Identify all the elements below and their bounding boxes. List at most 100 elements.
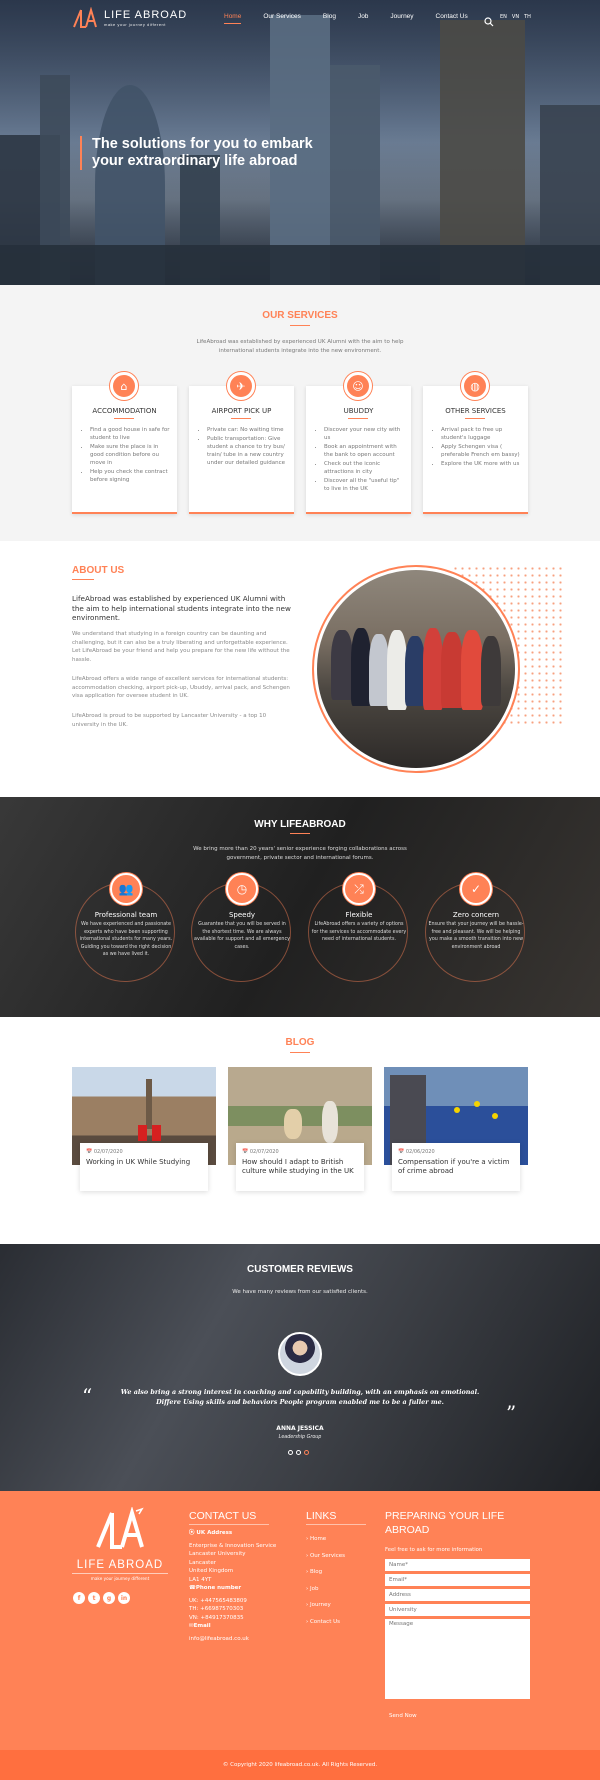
service-card-underline: [231, 418, 251, 419]
why-item-flexible: ⤮ Flexible LifeAbroad offers a variety o…: [308, 873, 408, 982]
phone-number[interactable]: VN: +84917370835: [189, 1614, 289, 1623]
why-item-text: Ensure that your journey will be hassle-…: [428, 922, 524, 950]
nav-link-blog[interactable]: Blog: [323, 13, 336, 24]
send-now-button[interactable]: Send Now: [389, 1713, 417, 1719]
carousel-dots: [288, 1450, 312, 1455]
address-label: ⦿ UK Address: [189, 1530, 233, 1536]
site-footer: LIFE ABROAD make your journey different …: [0, 1491, 600, 1750]
hero-headline: The solutions for you to embark your ext…: [92, 136, 313, 169]
blog-post-title[interactable]: Compensation if you're a victim of crime…: [398, 1158, 514, 1176]
blog-post-title[interactable]: How should I adapt to British culture wh…: [242, 1158, 358, 1176]
why-item-text: Guarantee that you will be served in the…: [194, 922, 290, 950]
list-item: Check out the iconic attractions in city: [324, 460, 406, 476]
why-item-title: Zero concern: [452, 911, 500, 919]
carousel-dot[interactable]: [288, 1450, 293, 1455]
buddy-icon: ☺: [344, 372, 372, 400]
about-title: ABOUT US: [72, 565, 125, 576]
footer-link-job[interactable]: Job: [306, 1581, 345, 1598]
why-item-title: Speedy: [228, 911, 256, 919]
why-item-speedy: ◷ Speedy Guarantee that you will be serv…: [191, 873, 291, 982]
why-item-text: We have experienced and passionate exper…: [79, 922, 173, 957]
carousel-dot-active[interactable]: [304, 1450, 309, 1455]
google-icon[interactable]: g: [103, 1592, 115, 1604]
team-icon: 👥: [110, 873, 142, 905]
why-item-zero-concern: ✓ Zero concern Ensure that your journey …: [425, 873, 525, 982]
site-logo[interactable]: LIFE ABROAD make your journey different: [72, 6, 187, 29]
nav-link-home[interactable]: Home: [224, 13, 242, 24]
blog-card[interactable]: 📅 02/07/2020 How should I adapt to Briti…: [228, 1067, 372, 1199]
linkedin-icon[interactable]: in: [118, 1592, 130, 1604]
twitter-icon[interactable]: t: [88, 1592, 100, 1604]
email-field[interactable]: [385, 1574, 530, 1586]
blog-card[interactable]: 📅 02/07/2020 Working in UK While Studyin…: [72, 1067, 216, 1199]
footer-logo[interactable]: LIFE ABROAD make your journey different: [72, 1505, 168, 1581]
address-field[interactable]: [385, 1589, 530, 1601]
why-description: We bring more than 20 years' senior expe…: [193, 846, 407, 861]
footer-link-our-services[interactable]: Our Services: [306, 1548, 345, 1565]
list-item: Make sure the place is in good condition…: [90, 443, 172, 467]
carousel-dot[interactable]: [296, 1450, 301, 1455]
name-field[interactable]: [385, 1559, 530, 1571]
blog-post-title[interactable]: Working in UK While Studying: [86, 1158, 202, 1167]
facebook-icon[interactable]: f: [73, 1592, 85, 1604]
form-title: PREPARING YOUR LIFE ABROAD: [385, 1510, 505, 1536]
why-title-underline: [290, 833, 310, 834]
language-switcher: EN VN TH: [500, 14, 536, 20]
footer-link-contact-us[interactable]: Contact Us: [306, 1614, 345, 1631]
address-label-text: UK Address: [196, 1530, 233, 1536]
nav-link-contact-us[interactable]: Contact Us: [436, 13, 468, 24]
list-item: Discover all the "useful tip" to live in…: [324, 477, 406, 493]
lang-th[interactable]: TH: [524, 14, 531, 20]
about-paragraph: LifeAbroad is proud to be supported by L…: [72, 713, 267, 728]
phone-number[interactable]: UK: +447565483809: [189, 1597, 289, 1606]
service-card-ubuddy[interactable]: ☺ UBUDDY Discover your new city with us …: [306, 372, 411, 514]
about-paragraph: LifeAbroad offers a wide range of excell…: [72, 676, 290, 699]
phone-label: ☎Phone number: [189, 1585, 242, 1591]
nav-link-journey[interactable]: Journey: [390, 13, 413, 24]
list-item: Help you check the contract before signi…: [90, 468, 172, 484]
quote-open-icon: “: [82, 1384, 93, 1408]
lang-vn[interactable]: VN: [512, 14, 519, 20]
blog-date-text: 02/06/2020: [405, 1149, 435, 1155]
footer-link-blog[interactable]: Blog: [306, 1564, 345, 1581]
links-title-underline: [306, 1524, 366, 1525]
blog-title-underline: [290, 1052, 310, 1053]
nav-link-our-services[interactable]: Our Services: [263, 13, 301, 24]
service-card-other-services[interactable]: ◍ OTHER SERVICES Arrival pack to free up…: [423, 372, 528, 514]
email-link[interactable]: info@lifeabroad.co.uk: [189, 1635, 289, 1644]
links-title: LINKS: [306, 1510, 337, 1522]
blog-section: BLOG 📅 02/07/2020 Working in UK While St…: [0, 1017, 600, 1244]
house-icon: ⌂: [110, 372, 138, 400]
why-item-title: Flexible: [345, 911, 373, 919]
service-card-list: Arrival pack to free up student's luggag…: [433, 426, 523, 469]
phone-number[interactable]: TH: +66987570303: [189, 1605, 289, 1614]
hero-banner: LIFE ABROAD make your journey different …: [0, 0, 600, 285]
email-label-text: Email: [193, 1623, 211, 1629]
message-field[interactable]: [385, 1619, 530, 1699]
check-icon: ✓: [460, 873, 492, 905]
globe-icon: ◍: [461, 372, 489, 400]
blog-info: 📅 02/07/2020 Working in UK While Studyin…: [80, 1143, 208, 1191]
contact-title: CONTACT US: [189, 1510, 257, 1522]
footer-link-journey[interactable]: Journey: [306, 1597, 345, 1614]
service-card-airport-pickup[interactable]: ✈ AIRPORT PICK UP Private car: No waitin…: [189, 372, 294, 514]
why-item-text: LifeAbroad offers a variety of options f…: [311, 922, 407, 942]
list-item: Private car: No waiting time: [207, 426, 289, 434]
university-field[interactable]: [385, 1604, 530, 1616]
copyright-bar: © Copyright 2020 lifeabroad.co.uk. All R…: [0, 1750, 600, 1780]
services-title-underline: [290, 325, 310, 326]
footer-link-home[interactable]: Home: [306, 1531, 345, 1548]
services-description: LifeAbroad was established by experience…: [196, 339, 404, 354]
service-card-list: Private car: No waiting time Public tran…: [199, 426, 289, 468]
blog-date: 📅 02/06/2020: [398, 1149, 435, 1155]
service-card-accommodation[interactable]: ⌂ ACCOMMODATION Find a good house in saf…: [72, 372, 177, 514]
nav-link-job[interactable]: Job: [358, 13, 368, 24]
blog-card[interactable]: 📅 02/06/2020 Compensation if you're a vi…: [384, 1067, 528, 1199]
list-item: Explore the UK more with us: [441, 460, 523, 468]
airplane-icon: ✈: [227, 372, 255, 400]
blog-title: BLOG: [285, 1037, 315, 1048]
blog-info: 📅 02/06/2020 Compensation if you're a vi…: [392, 1143, 520, 1191]
lang-en[interactable]: EN: [500, 14, 507, 20]
reviewer-name: ANNA JESSICA: [276, 1425, 324, 1432]
search-icon[interactable]: [484, 12, 494, 27]
